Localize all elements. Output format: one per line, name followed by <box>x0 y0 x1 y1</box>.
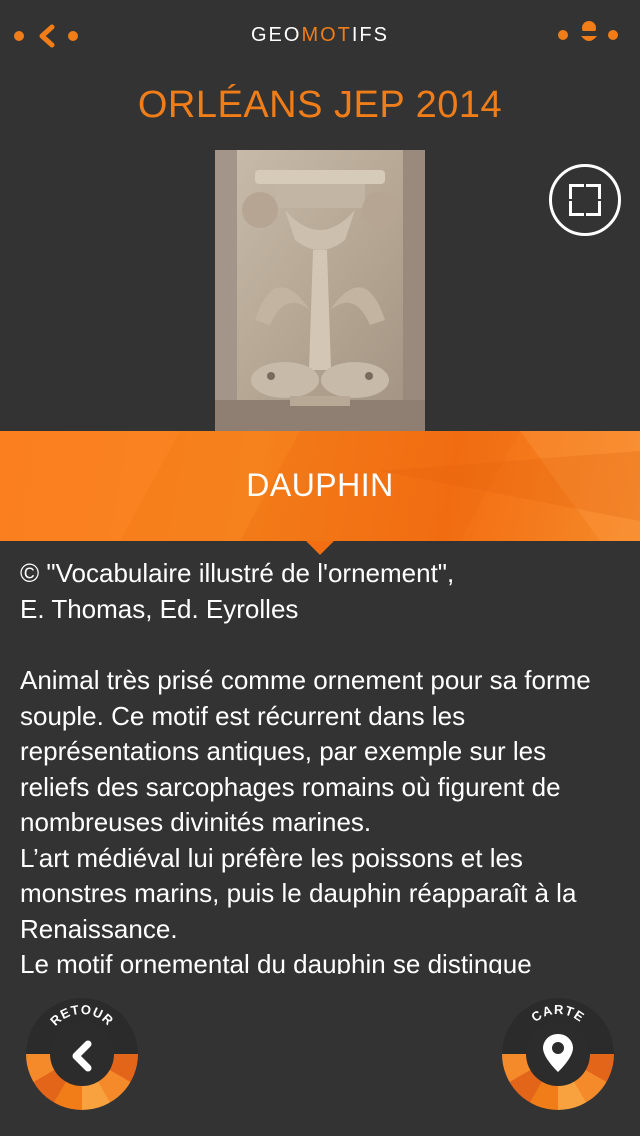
chevron-left-icon <box>72 1040 92 1072</box>
credit-line-1: © "Vocabulaire illustré de l'ornement", <box>20 558 455 588</box>
expand-icon[interactable] <box>549 164 621 236</box>
top-bar: GEOMOTIFS <box>0 0 640 72</box>
svg-text:CARTE: CARTE <box>528 1002 587 1025</box>
map-pin-icon <box>543 1034 573 1072</box>
app-logo: GEOMOTIFS <box>250 24 389 46</box>
motif-name: DAUPHIN <box>246 467 394 503</box>
motif-photo[interactable] <box>215 150 425 432</box>
svg-text:RETOUR: RETOUR <box>47 1002 117 1029</box>
motif-title-band: DAUPHIN <box>0 431 640 555</box>
paragraph-2: L’art médiéval lui préfère les poissons … <box>20 842 577 944</box>
paragraph-3: Le motif ornemental du dauphin se distin… <box>20 949 532 974</box>
map-button[interactable]: CARTE <box>502 998 614 1110</box>
back-button[interactable]: RETOUR <box>26 998 138 1110</box>
page-title: ORLÉANS JEP 2014 <box>137 84 503 126</box>
band-pointer <box>306 541 334 555</box>
description-text[interactable]: © "Vocabulaire illustré de l'ornement", … <box>20 556 622 974</box>
paragraph-1: Animal très prisé comme ornement pour sa… <box>20 665 591 837</box>
credit-line-2: E. Thomas, Ed. Eyrolles <box>20 593 299 624</box>
geolocation-dots-icon[interactable] <box>558 20 628 50</box>
back-label: RETOUR <box>47 1002 116 1029</box>
map-label: CARTE <box>528 1002 586 1025</box>
